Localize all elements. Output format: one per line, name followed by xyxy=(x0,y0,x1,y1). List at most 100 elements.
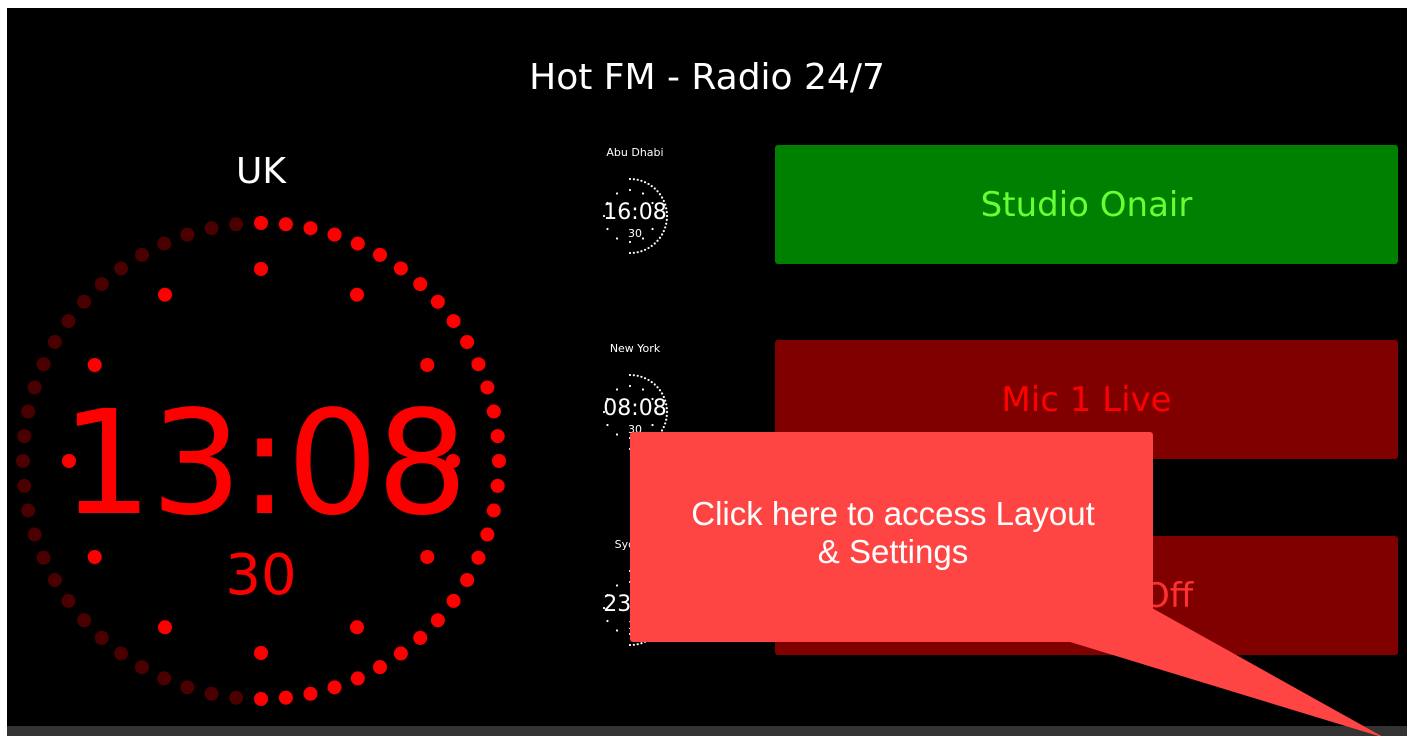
second-dot xyxy=(393,261,408,276)
second-dot xyxy=(658,389,662,392)
world-clock-new-york: New York 08:08 30 xyxy=(585,342,685,472)
second-dot xyxy=(413,630,428,645)
second-dot xyxy=(647,574,650,578)
second-dot xyxy=(135,247,149,262)
second-dot xyxy=(640,179,643,182)
second-dot xyxy=(47,573,62,587)
second-dot xyxy=(471,357,486,372)
second-dot xyxy=(647,378,650,382)
second-dot xyxy=(643,248,647,251)
second-dot xyxy=(643,377,647,380)
world-clock-seconds: 30 xyxy=(628,619,642,632)
hour-marker-dot xyxy=(158,287,172,302)
world-clock-seconds: 30 xyxy=(628,423,642,436)
hour-marker-dot xyxy=(628,632,632,636)
second-dot xyxy=(303,221,318,236)
second-dot xyxy=(278,690,293,705)
hour-marker-dot xyxy=(628,240,632,244)
second-dot xyxy=(430,294,445,309)
hour-marker-dot xyxy=(628,436,632,440)
second-dot xyxy=(17,429,32,444)
second-dot xyxy=(94,630,109,645)
world-clock-city: Abu Dhabi xyxy=(606,146,664,159)
second-dot xyxy=(350,236,365,251)
second-dot xyxy=(17,478,32,493)
second-dot xyxy=(47,335,62,349)
hour-marker-dot xyxy=(87,550,102,564)
callout-text-line1: Click here to access Layout xyxy=(691,495,1095,532)
second-dot xyxy=(660,196,664,199)
second-dot xyxy=(480,380,495,395)
second-dot xyxy=(640,250,643,253)
second-dot xyxy=(636,251,639,254)
second-dot xyxy=(632,178,635,181)
second-dot xyxy=(430,613,445,628)
second-dot xyxy=(77,613,92,628)
second-dot xyxy=(640,446,643,449)
hour-marker-dot xyxy=(158,620,172,635)
second-dot xyxy=(636,178,639,181)
second-dot xyxy=(373,247,387,262)
second-dot xyxy=(653,242,656,245)
second-dot xyxy=(490,478,505,493)
main-clock-seconds: 30 xyxy=(225,543,297,608)
hour-marker-dot xyxy=(87,358,102,372)
second-dot xyxy=(393,646,408,661)
second-dot xyxy=(204,221,219,236)
second-dot xyxy=(636,643,639,646)
second-dot xyxy=(660,392,664,395)
status-label: Off xyxy=(1143,575,1194,616)
world-clock-city: New York xyxy=(609,342,661,355)
status-label: Studio Onair xyxy=(980,184,1193,225)
clock-display-window: Hot FM - Radio 24/7 UK 13:08 30 Abu Dhab… xyxy=(7,8,1407,736)
second-dot xyxy=(653,579,656,582)
second-dot xyxy=(350,671,365,686)
second-dot xyxy=(650,576,653,580)
second-dot xyxy=(636,447,639,450)
second-dot xyxy=(413,277,428,292)
second-dot xyxy=(471,550,486,565)
second-dot xyxy=(647,638,650,642)
hour-marker-dot xyxy=(350,620,364,635)
hour-marker-dot xyxy=(628,188,632,192)
second-dot xyxy=(632,251,635,254)
second-dot xyxy=(656,582,659,585)
hour-marker-dot xyxy=(615,584,619,587)
second-dot xyxy=(254,216,268,230)
second-dot xyxy=(656,386,659,389)
hour-marker-dot xyxy=(254,262,268,276)
hour-marker-dot xyxy=(628,384,632,388)
second-dot xyxy=(486,503,501,518)
second-dot xyxy=(636,374,639,377)
second-dot xyxy=(157,671,172,686)
second-dot xyxy=(373,660,387,675)
layout-settings-button[interactable] xyxy=(1367,726,1407,736)
second-dot xyxy=(640,642,643,645)
second-dot xyxy=(180,680,195,695)
second-dot xyxy=(480,527,495,542)
second-dot xyxy=(628,251,632,255)
world-clock-time: 23:08 xyxy=(603,592,667,617)
second-dot xyxy=(653,438,656,441)
hour-marker-dot xyxy=(641,584,645,587)
second-dot xyxy=(77,294,92,309)
hour-marker-dot xyxy=(350,287,364,302)
hour-marker-dot xyxy=(628,580,632,584)
hour-marker-dot xyxy=(254,646,268,660)
main-clock-time: 13:08 xyxy=(61,379,468,547)
second-dot xyxy=(650,184,653,188)
second-dot xyxy=(628,569,632,573)
second-dot xyxy=(653,634,656,637)
second-dot xyxy=(647,246,650,250)
hour-marker-dot xyxy=(420,358,435,372)
second-dot xyxy=(157,236,172,251)
world-clock-seconds: 30 xyxy=(628,227,642,240)
status-mic-1-live[interactable]: Mic 1 Live xyxy=(775,340,1398,459)
hour-marker-dot xyxy=(420,550,435,564)
second-dot xyxy=(278,217,293,232)
status-studio-onair[interactable]: Studio Onair xyxy=(775,145,1398,264)
second-dot xyxy=(254,692,268,706)
second-dot xyxy=(460,573,475,587)
status-label: Mic 1 Live xyxy=(1001,379,1172,420)
second-dot xyxy=(632,643,635,646)
